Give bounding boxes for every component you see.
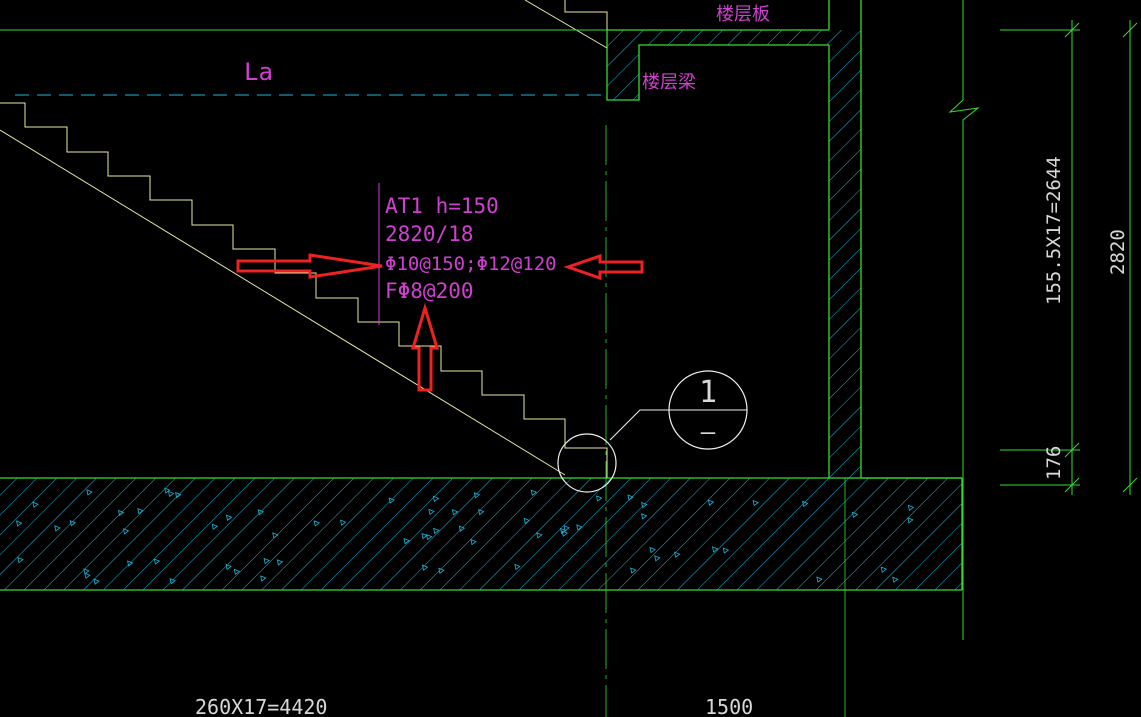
dim-bottom-right: 1500: [705, 695, 753, 717]
floor-beam-label: 楼层梁: [642, 72, 696, 93]
annotation-line-4: FΦ8@200: [385, 279, 474, 303]
annotation-line-1: AT1 h=150: [385, 194, 499, 218]
section-number: 1: [699, 375, 717, 410]
background: [0, 0, 1141, 717]
annotation-line-3: Φ10@150;Φ12@120: [385, 253, 557, 275]
dim-bottom-left: 260X17=4420: [195, 695, 327, 717]
dim-right-small: 176: [1043, 446, 1065, 480]
floor-slab-label: 楼层板: [716, 4, 770, 25]
ground-slab: [0, 477, 963, 591]
cad-drawing-canvas: 楼层板 楼层梁 La AT1 h=150 2820/18 Φ10@150;Φ12…: [0, 0, 1141, 717]
dim-right-inner: 155.5X17=2644: [1043, 156, 1065, 305]
section-sheet: –: [701, 418, 716, 446]
dim-right-outer: 2820: [1107, 229, 1129, 275]
annotation-line-2: 2820/18: [385, 222, 474, 246]
anchorage-label: La: [244, 58, 273, 86]
